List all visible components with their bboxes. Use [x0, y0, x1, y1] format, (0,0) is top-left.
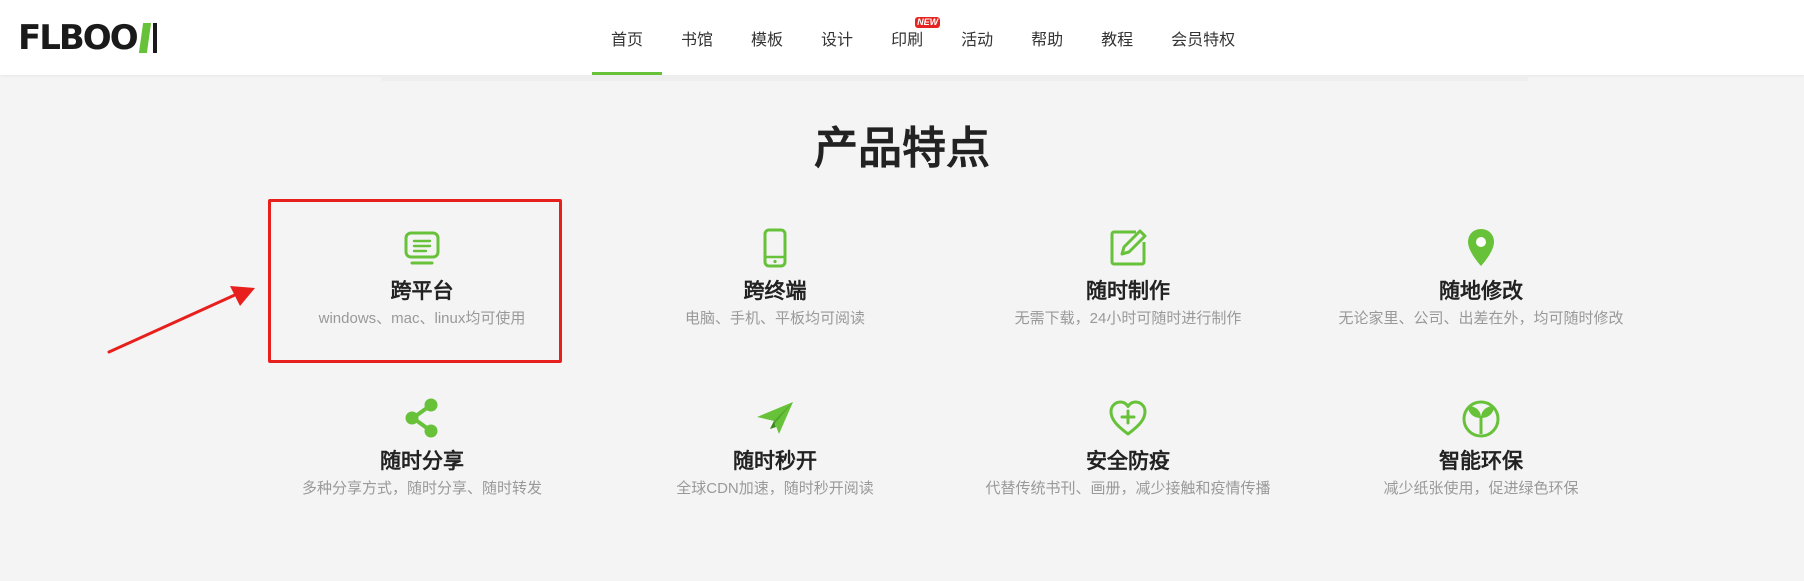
- logo-wordmark: FLBOO: [18, 18, 139, 58]
- edit-pen-icon: [1110, 229, 1147, 266]
- nav-item-label: 活动: [961, 31, 994, 49]
- flbook-logo[interactable]: FLBOO: [18, 19, 163, 57]
- mobile-phone-icon: [763, 228, 787, 268]
- nav-item-label: 会员特权: [1171, 31, 1236, 49]
- feature-card-cross-device: 跨终端 电脑、手机、平板均可阅读: [600, 226, 950, 329]
- feature-title: 随时制作: [1086, 280, 1170, 303]
- location-pin-icon: [1468, 229, 1494, 266]
- feature-desc: 无需下载，24小时可随时进行制作: [1014, 310, 1242, 327]
- feature-desc: 减少纸张使用，促进绿色环保: [1383, 480, 1579, 497]
- nav-item-label: 教程: [1101, 31, 1134, 49]
- feature-card-anywhere-edit: 随地修改 无论家里、公司、出差在外，均可随时修改: [1306, 226, 1656, 329]
- nav-item-design[interactable]: 设计: [802, 0, 872, 75]
- feature-title: 跨终端: [743, 280, 807, 303]
- feature-title: 随时分享: [380, 450, 464, 473]
- main-nav: 首页 书馆 模板 设计 印刷 NEW 活动 帮助 教程 会员特权: [592, 0, 1254, 75]
- nav-item-tutorials[interactable]: 教程: [1082, 0, 1152, 75]
- header-divider: [382, 75, 1528, 81]
- paper-plane-icon: [757, 402, 793, 434]
- heart-plus-icon: [1109, 400, 1147, 436]
- feature-title: 智能环保: [1439, 450, 1523, 473]
- feature-card-share: 随时分享 多种分享方式，随时分享、随时转发: [247, 396, 597, 499]
- annotation-arrow-icon: [107, 286, 255, 354]
- nav-item-library[interactable]: 书馆: [662, 0, 732, 75]
- nav-item-label: 印刷: [891, 31, 924, 49]
- feature-card-instant-open: 随时秒开 全球CDN加速，随时秒开阅读: [600, 396, 950, 499]
- feature-desc: 无论家里、公司、出差在外，均可随时修改: [1338, 310, 1624, 327]
- logo-k-mark-icon: [138, 23, 163, 53]
- feature-title: 随时秒开: [733, 450, 817, 473]
- nav-item-label: 设计: [821, 31, 854, 49]
- new-badge: NEW: [915, 17, 941, 28]
- annotation-highlight-box: [268, 199, 562, 363]
- nav-item-events[interactable]: 活动: [942, 0, 1012, 75]
- feature-desc: 电脑、手机、平板均可阅读: [684, 310, 865, 327]
- nav-item-membership[interactable]: 会员特权: [1152, 0, 1254, 75]
- share-icon: [405, 398, 438, 438]
- top-nav-bar: FLBOO 首页 书馆 模板 设计 印刷 NEW 活动 帮助 教程 会员特权: [0, 0, 1804, 75]
- feature-desc: 多种分享方式，随时分享、随时转发: [301, 480, 542, 497]
- feature-card-anytime-create: 随时制作 无需下载，24小时可随时进行制作: [953, 226, 1303, 329]
- nav-item-templates[interactable]: 模板: [732, 0, 802, 75]
- feature-card-safety: 安全防疫 代替传统书刊、画册，减少接触和疫情传播: [953, 396, 1303, 499]
- feature-desc: 代替传统书刊、画册，减少接触和疫情传播: [985, 480, 1271, 497]
- nav-item-label: 书馆: [681, 31, 714, 49]
- nav-item-home[interactable]: 首页: [592, 0, 663, 75]
- feature-card-eco: 智能环保 减少纸张使用，促进绿色环保: [1306, 396, 1656, 499]
- nav-item-label: 帮助: [1031, 31, 1064, 49]
- feature-title: 安全防疫: [1086, 450, 1170, 473]
- feature-title: 随地修改: [1439, 280, 1523, 303]
- nav-item-label: 首页: [611, 31, 644, 49]
- nav-item-label: 模板: [751, 31, 784, 49]
- section-title: 产品特点: [814, 124, 990, 173]
- feature-desc: 全球CDN加速，随时秒开阅读: [676, 480, 874, 497]
- leaf-sprout-icon: [1462, 400, 1500, 438]
- nav-item-print[interactable]: 印刷 NEW: [872, 0, 942, 75]
- nav-item-help[interactable]: 帮助: [1012, 0, 1082, 75]
